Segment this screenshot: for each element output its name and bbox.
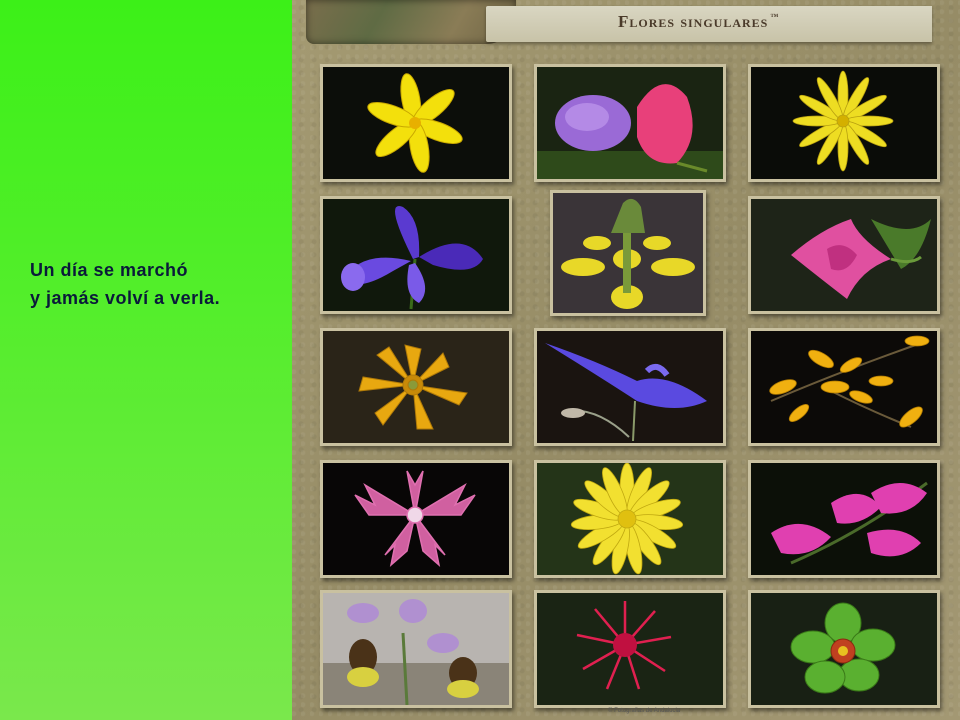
blue-larkspur-flower-photo bbox=[534, 328, 726, 446]
red-spiky-flower-photo bbox=[534, 590, 726, 708]
yellow-star-flower-photo bbox=[320, 64, 512, 182]
header-map-image bbox=[306, 0, 516, 44]
pink-fringed-flower-photo bbox=[320, 460, 512, 578]
left-panel: Un día se marchó y jamás volví a verla. bbox=[0, 0, 292, 720]
poster-title: Flores singulares ™ bbox=[618, 12, 779, 32]
caption-line-2: y jamás volví a verla. bbox=[30, 288, 221, 308]
caption: Un día se marchó y jamás volví a verla. bbox=[30, 256, 220, 312]
bee-orchid-photo bbox=[320, 590, 512, 708]
blue-iris-flower-photo bbox=[320, 196, 512, 314]
caption-line-1: Un día se marchó bbox=[30, 260, 189, 280]
orange-star-flower-photo bbox=[320, 328, 512, 446]
flower-poster: Flores singulares ™ © Fotografias de And… bbox=[292, 0, 960, 720]
photo-credit: © Fotografias de Andalucia bbox=[608, 708, 681, 714]
poster-title-text: Flores singulares bbox=[618, 12, 769, 31]
purple-pink-pea-flower-photo bbox=[534, 64, 726, 182]
orange-tubular-flowers-photo bbox=[748, 328, 940, 446]
trademark-symbol: ™ bbox=[770, 12, 780, 21]
poster-header: Flores singulares ™ bbox=[306, 0, 932, 50]
green-bract-flower-photo bbox=[748, 590, 940, 708]
pink-gladiolus-photo bbox=[748, 460, 940, 578]
yellow-daisy-flower-photo bbox=[748, 64, 940, 182]
yellow-spike-flower-photo bbox=[550, 190, 706, 316]
pink-bell-flower-photo bbox=[748, 196, 940, 314]
yellow-ray-flower-photo bbox=[534, 460, 726, 578]
